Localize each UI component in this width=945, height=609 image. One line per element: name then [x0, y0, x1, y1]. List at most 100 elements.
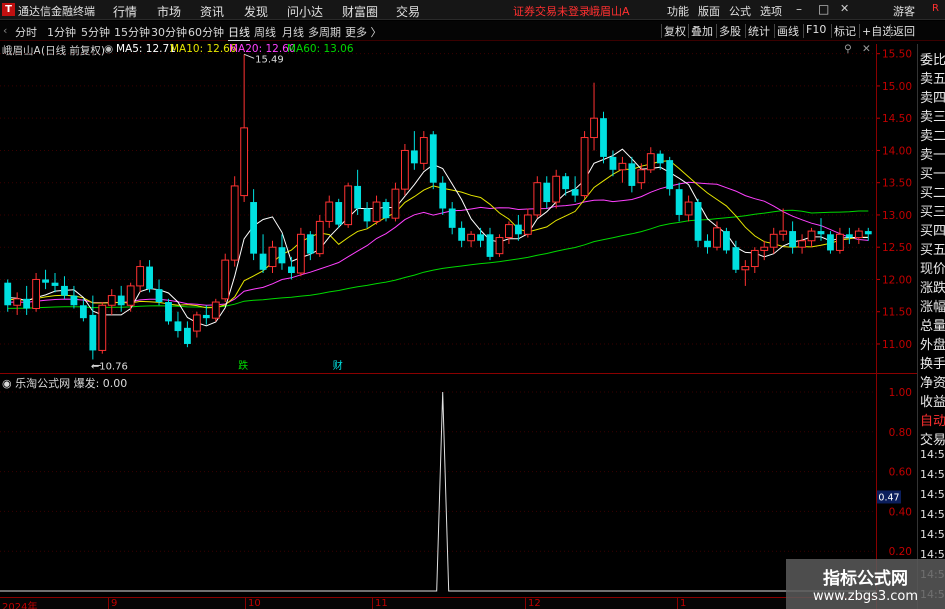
candle-body-up [590, 117, 598, 139]
date-tick [245, 598, 246, 609]
candle-body-down [827, 234, 834, 251]
candle-body-down [4, 282, 12, 306]
app-window: T 通达信金融终端 行情 市场 资讯 发现 问小达 财富圈 交易 证券交易未登录… [0, 0, 945, 609]
candle-body-down [146, 266, 153, 290]
candle-body-up [854, 230, 863, 239]
date-label: 11 [375, 598, 388, 609]
candle-body-up [13, 298, 22, 306]
candle-body-up [230, 185, 239, 261]
ma5-line [7, 148, 869, 327]
candle-body-down [117, 295, 125, 306]
quote-sidebar: 委比 卖五 卖四 卖三 卖二 卖一 买一 买二 买三 买四 买五 现价 涨跌 涨幅 总量 外盘 换手 净资 收益 自动… [917, 44, 945, 609]
candle-body-down [429, 134, 437, 183]
candle-body-down [174, 321, 182, 332]
price-axis-line [876, 44, 877, 609]
candle-body-down [70, 295, 78, 306]
candle-body-down [202, 314, 210, 319]
candle-body-down [335, 202, 343, 225]
candle-body-up [98, 304, 107, 351]
quote-field-label: 卖五 [920, 72, 945, 87]
candle-body-down [288, 266, 295, 274]
candle-body-up [523, 214, 532, 235]
candle-body-up [798, 240, 806, 248]
price-tick-label: 14.50 [882, 113, 912, 125]
candle-body-down [89, 314, 97, 351]
quote-field-label[interactable]: 自动 [920, 410, 945, 429]
candle-body-down [845, 234, 853, 238]
quote-field-label: 委比 [920, 53, 945, 68]
candle-body-down [562, 176, 570, 190]
price-tick-label: 11.00 [882, 339, 912, 351]
candle-body-up [325, 201, 334, 222]
date-label: 1 [680, 598, 687, 609]
candle-body-down [817, 231, 825, 235]
candle-body-down [42, 279, 49, 283]
value-box-label: 0.47 [878, 492, 899, 503]
candle-body-up [580, 137, 589, 197]
high-pointer [243, 53, 255, 59]
date-tick [525, 598, 526, 609]
date-axis: 2024年 9 10 11 12 1 [0, 597, 876, 609]
price-tick-label: 13.00 [882, 210, 912, 222]
candle-body-up [760, 246, 769, 251]
high-label: 15.49 [255, 54, 284, 65]
quote-field-label: 卖四 [920, 91, 945, 106]
candle-body-down [675, 189, 683, 215]
event-marker-fall: 跌 [238, 359, 248, 372]
date-tick [677, 598, 678, 609]
pane-divider[interactable] [0, 373, 917, 374]
candle-body-down [864, 231, 872, 235]
quote-field-label: 现价 [920, 262, 945, 277]
candle-body-down [79, 305, 87, 319]
sub-tick-label: 0.60 [889, 467, 912, 479]
quote-field-label: 涨跌 [920, 281, 945, 296]
candle-body-down [694, 202, 702, 241]
tick-time-label: 14:56 [920, 448, 945, 461]
quote-field-label: 买三 [920, 205, 945, 220]
candle-body-down [486, 234, 494, 257]
quote-field-label: 买二 [920, 186, 945, 201]
indicator-settings-icon[interactable]: ◉ [2, 377, 12, 390]
chart-canvas[interactable]: 15.50 15.00 14.50 14.00 13.50 13.00 12.50 12.00… [0, 0, 945, 609]
candle-body-down [600, 118, 607, 157]
candle-body-up [192, 314, 201, 332]
candle-body-down [477, 234, 484, 241]
quote-field-label: 涨幅 [920, 300, 945, 315]
candle-body-down [250, 202, 258, 254]
quote-field-label[interactable]: 交易 [920, 429, 945, 448]
candle-body-down [354, 185, 362, 209]
candle-body-up [835, 233, 844, 251]
quote-field-label: 买一 [920, 167, 945, 182]
candle-body-up [618, 162, 627, 171]
quote-field-label: 买四 [920, 224, 945, 239]
watermark-url: www.zbgs3.com [812, 589, 919, 604]
candle-body-up [126, 285, 135, 306]
quote-field-label: 总量 [920, 319, 945, 334]
candle-body-down [666, 160, 674, 190]
date-label: 2024年 [2, 602, 38, 609]
candle-body-down [628, 163, 636, 186]
candle-body-up [495, 237, 504, 255]
date-tick [108, 598, 109, 609]
candle-body-down [439, 182, 447, 209]
price-tick-label: 15.50 [882, 49, 912, 61]
candle-body-up [779, 230, 788, 235]
date-label: 12 [528, 598, 541, 609]
candle-body-up [344, 185, 353, 226]
price-tick-label: 11.50 [882, 307, 912, 319]
event-marker-finance: 财 [333, 359, 343, 372]
candle-body-down [306, 234, 314, 254]
candle-body-down [23, 298, 31, 309]
candle-body-up [505, 224, 513, 239]
candle-body-down [51, 282, 59, 286]
sub-tick-label: 0.40 [889, 506, 912, 518]
candle-body-up [713, 227, 721, 248]
tick-time-label: 14:56 [920, 488, 945, 501]
candle-body-down [61, 285, 68, 296]
low-label: ←10.76 [91, 361, 128, 372]
sub-tick-label: 0.80 [889, 427, 912, 439]
candle-body-down [656, 153, 664, 164]
price-tick-label: 13.50 [882, 178, 912, 190]
date-label: 9 [111, 598, 118, 609]
candle-body-up [32, 278, 41, 309]
